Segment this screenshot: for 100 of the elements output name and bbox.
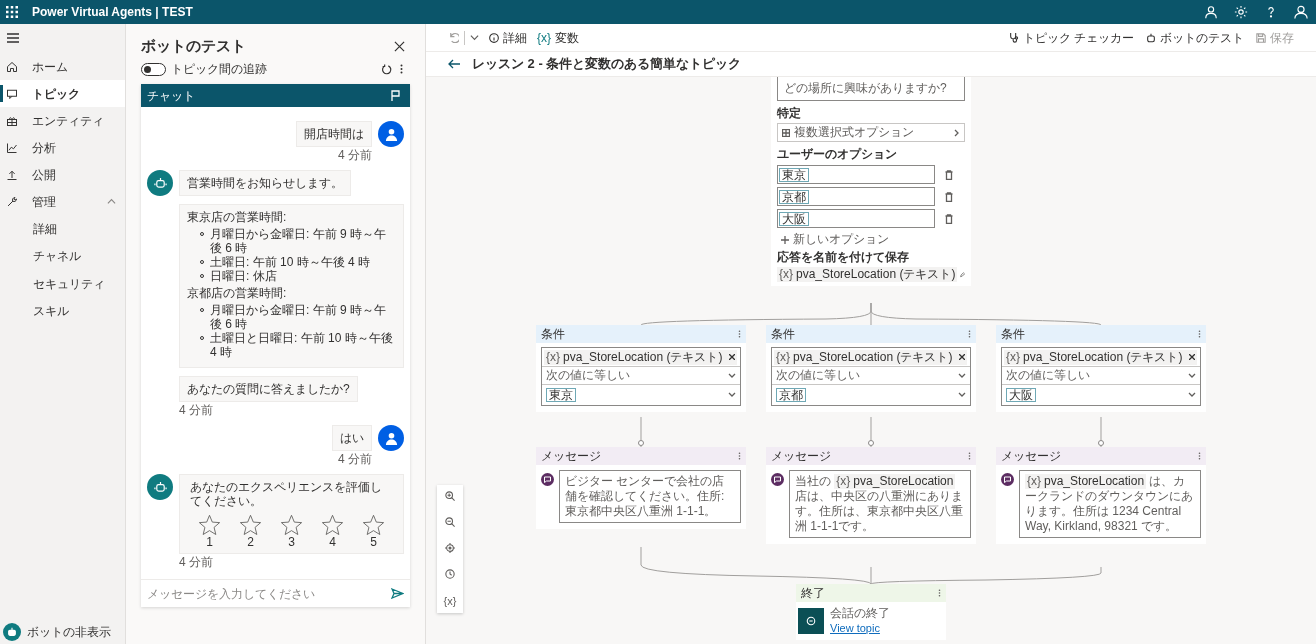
chevron-icon[interactable] (470, 33, 479, 42)
details-button[interactable]: 詳細 (489, 28, 527, 47)
pencil-icon[interactable] (960, 270, 965, 279)
connector-dot (868, 440, 874, 446)
star-number: 5 (369, 536, 378, 549)
nav-item[interactable]: 分析 (0, 134, 125, 161)
nav-item[interactable]: 公開 (0, 161, 125, 188)
connector-line (640, 416, 642, 448)
value-dropdown[interactable]: 京都 (772, 385, 970, 405)
message-icon (1001, 473, 1014, 486)
star-number: 4 (328, 536, 337, 549)
toggle-label: トピック間の追跡 (171, 61, 267, 78)
clock-icon[interactable] (445, 569, 455, 579)
chevron-icon (958, 372, 966, 379)
app-title: Power Virtual Agents | TEST (32, 4, 193, 21)
nav-icon (6, 114, 18, 127)
nav-item[interactable]: トピック (0, 80, 125, 107)
person-icon[interactable] (1204, 5, 1218, 19)
close-icon[interactable] (394, 40, 405, 52)
panel-title: ボットのテスト (141, 35, 246, 56)
trash-icon[interactable] (945, 169, 953, 180)
zoom-out-icon[interactable] (445, 517, 455, 527)
close-icon[interactable] (959, 354, 966, 360)
question-field[interactable]: どの場所に興味がありますか? (777, 77, 965, 101)
operator-dropdown[interactable]: 次の値に等しい (1002, 367, 1200, 385)
plus-icon (781, 235, 789, 244)
node-title: 条件 (1001, 326, 1025, 342)
star-icon[interactable] (280, 514, 303, 536)
variable-field[interactable]: {x} pva_StoreLocation (テキスト) (1002, 348, 1200, 367)
timestamp: 4 分前 (338, 148, 372, 162)
account-icon[interactable] (1294, 5, 1308, 19)
trash-icon[interactable] (945, 213, 953, 224)
value-dropdown[interactable]: 大阪 (1002, 385, 1200, 405)
value-dropdown[interactable]: 東京 (542, 385, 740, 405)
nav-icon (6, 195, 18, 208)
grid-icon (782, 128, 790, 137)
hide-bot-link[interactable]: ボットの非表示 (27, 623, 111, 641)
close-icon[interactable] (1189, 354, 1196, 360)
star-icon[interactable] (239, 514, 262, 536)
flag-icon[interactable] (391, 90, 401, 101)
message-text[interactable]: ビジター センターで会社の店舗を確認してください。住所: 東京都中央区八重洲 1-1-1。 (559, 470, 741, 523)
nav-item[interactable]: エンティティ (0, 107, 125, 134)
variables-button[interactable]: {x} 変数 (537, 28, 579, 47)
chat-text: あなたのエクスペリエンスを評価してください。 (190, 480, 383, 508)
connector-dot (1098, 440, 1104, 446)
chat-text: 東京店の営業時間: (187, 210, 288, 224)
star-number: 1 (205, 536, 214, 549)
nav-subitem[interactable]: セキュリティ (0, 270, 125, 298)
refresh-icon[interactable] (381, 63, 392, 75)
option-field[interactable]: 大阪 (777, 209, 935, 228)
trash-icon[interactable] (945, 191, 953, 202)
variables-tool-button[interactable]: {x} (443, 595, 457, 607)
back-arrow-icon[interactable] (448, 59, 460, 69)
variable-field[interactable]: {x} pva_StoreLocation (テキスト) (542, 348, 740, 367)
star-icon[interactable] (321, 514, 344, 536)
identify-dropdown[interactable]: 複数選択式オプション (777, 123, 965, 142)
message-text[interactable]: 当社の {x} pva_StoreLocation 店は、中央区の八重洲にあります。住所は、東京都中央区八重洲 1-1-1です。 (789, 470, 971, 538)
star-icon[interactable] (362, 514, 385, 536)
chevron-icon[interactable] (107, 197, 116, 206)
chat-text: 日曜日: 休店 (210, 269, 277, 283)
app-launcher-icon[interactable] (6, 6, 18, 18)
variable-field[interactable]: {x} pva_StoreLocation (テキスト) (772, 348, 970, 367)
option-field[interactable]: 京都 (777, 187, 935, 206)
close-icon[interactable] (729, 354, 736, 360)
message-input[interactable]: メッセージを入力してください (147, 584, 391, 603)
connector-line (870, 416, 872, 448)
zoom-in-icon[interactable] (445, 491, 455, 501)
operator-dropdown[interactable]: 次の値に等しい (772, 367, 970, 385)
nav-item[interactable]: 管理 (0, 188, 125, 215)
star-icon[interactable] (198, 514, 221, 536)
more-icon[interactable] (400, 64, 403, 74)
undo-icon[interactable] (448, 32, 459, 43)
new-option-button[interactable]: 新しいオプション (781, 232, 889, 247)
topic-checker-button[interactable]: トピック チェッカー (1008, 28, 1134, 47)
option-field[interactable]: 東京 (777, 165, 935, 184)
toggle-switch[interactable] (141, 62, 166, 76)
timestamp: 4 分前 (179, 555, 214, 569)
node-title: 条件 (771, 326, 795, 342)
nav-subitem[interactable]: スキル (0, 297, 125, 325)
chat-bubble: 営業時間をお知らせします。 (179, 170, 351, 196)
connector-dot (638, 440, 644, 446)
test-bot-button[interactable]: ボットのテスト (1146, 28, 1244, 47)
send-icon[interactable] (391, 588, 404, 599)
section-label: ユーザーのオプション (777, 147, 898, 162)
operator-dropdown[interactable]: 次の値に等しい (542, 367, 740, 385)
end-action: 会話の終了 (830, 606, 890, 621)
timestamp: 4 分前 (338, 452, 372, 466)
view-topic-link[interactable]: View topic (830, 621, 890, 636)
settings-icon[interactable] (1234, 5, 1248, 19)
option-tag: 京都 (779, 189, 809, 204)
option-tag: 大阪 (779, 211, 809, 226)
menu-icon[interactable] (7, 33, 19, 43)
nav-subitem[interactable]: 詳細 (0, 215, 125, 243)
message-text[interactable]: {x} pva_StoreLocation は、カークランドのダウンタウンにあります。住所は 1234 Central Way, Kirkland, 98321 です。 (1019, 470, 1201, 538)
chat-text: 土曜日: 午前 10 時～午後 4 時 (210, 255, 371, 269)
nav-subitem[interactable]: チャネル (0, 242, 125, 270)
nav-icon (6, 141, 18, 154)
target-icon[interactable] (445, 543, 455, 553)
nav-item[interactable]: ホーム (0, 53, 125, 80)
chat-text: 月曜日から金曜日: 午前 9 時～午後 6 時 (210, 227, 387, 255)
